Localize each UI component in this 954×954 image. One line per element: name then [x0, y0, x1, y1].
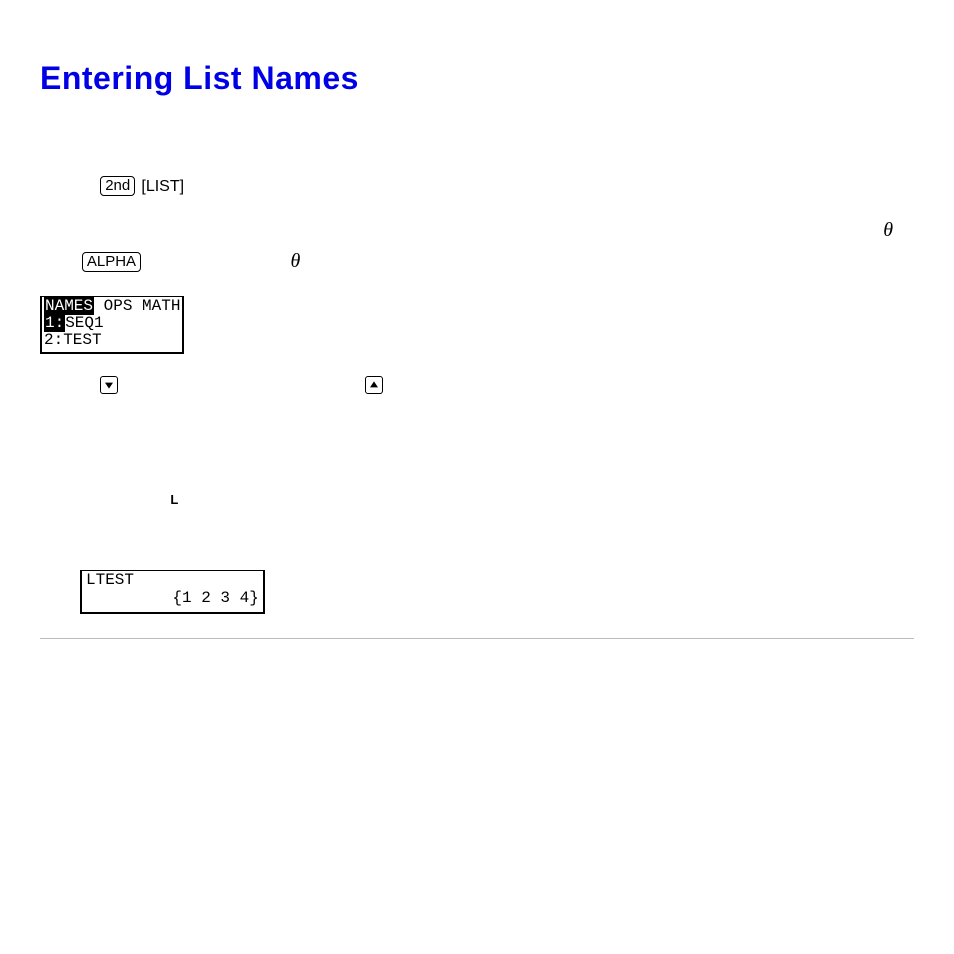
menu-item-1-label: SEQ1 [65, 314, 103, 332]
paragraph-paste-l: You also can paste L from the keyboard a… [40, 488, 914, 511]
screen2-row1: LTEST [86, 571, 134, 589]
key-2nd: 2nd [100, 176, 135, 196]
menu-item-2: 2:TEST [44, 331, 102, 349]
list-indicator-icon: L [170, 492, 178, 507]
step-2: 2. Tap the list you want to use. The lis… [40, 215, 914, 277]
arrow-up-icon [365, 376, 383, 394]
horizontal-rule [40, 638, 914, 639]
key-alpha: ALPHA [82, 252, 141, 272]
menu-tab-rest: OPS MATH [94, 297, 180, 315]
calc-screen-names-menu: NAMES OPS MATH 1:SEQ1 2:TEST [40, 296, 184, 354]
page-title: Entering List Names [40, 60, 914, 97]
arrow-down-icon [100, 376, 118, 394]
paragraph-list-pasted: The list name is pasted to the current c… [40, 412, 914, 435]
step-1: 1. Press 2nd [LIST] to display the menu … [40, 175, 914, 200]
calc-screen-ltest: LTEST {1 2 3 4} [80, 570, 265, 613]
menu-item-1-index: 1: [44, 314, 65, 332]
intro-paragraph: To enter an existing list name directly … [40, 137, 914, 160]
theta-icon: θ [883, 219, 893, 241]
screen2-row2: {1 2 3 4} [86, 589, 259, 607]
key-list: [LIST] [141, 175, 184, 200]
step-3: 3. Press to move the cursor to the name … [40, 373, 914, 396]
menu-tab-names: NAMES [44, 297, 94, 315]
theta-icon-2: θ [290, 250, 300, 272]
paragraph-indicator-explain: If characters in the list name are the s… [40, 450, 914, 473]
